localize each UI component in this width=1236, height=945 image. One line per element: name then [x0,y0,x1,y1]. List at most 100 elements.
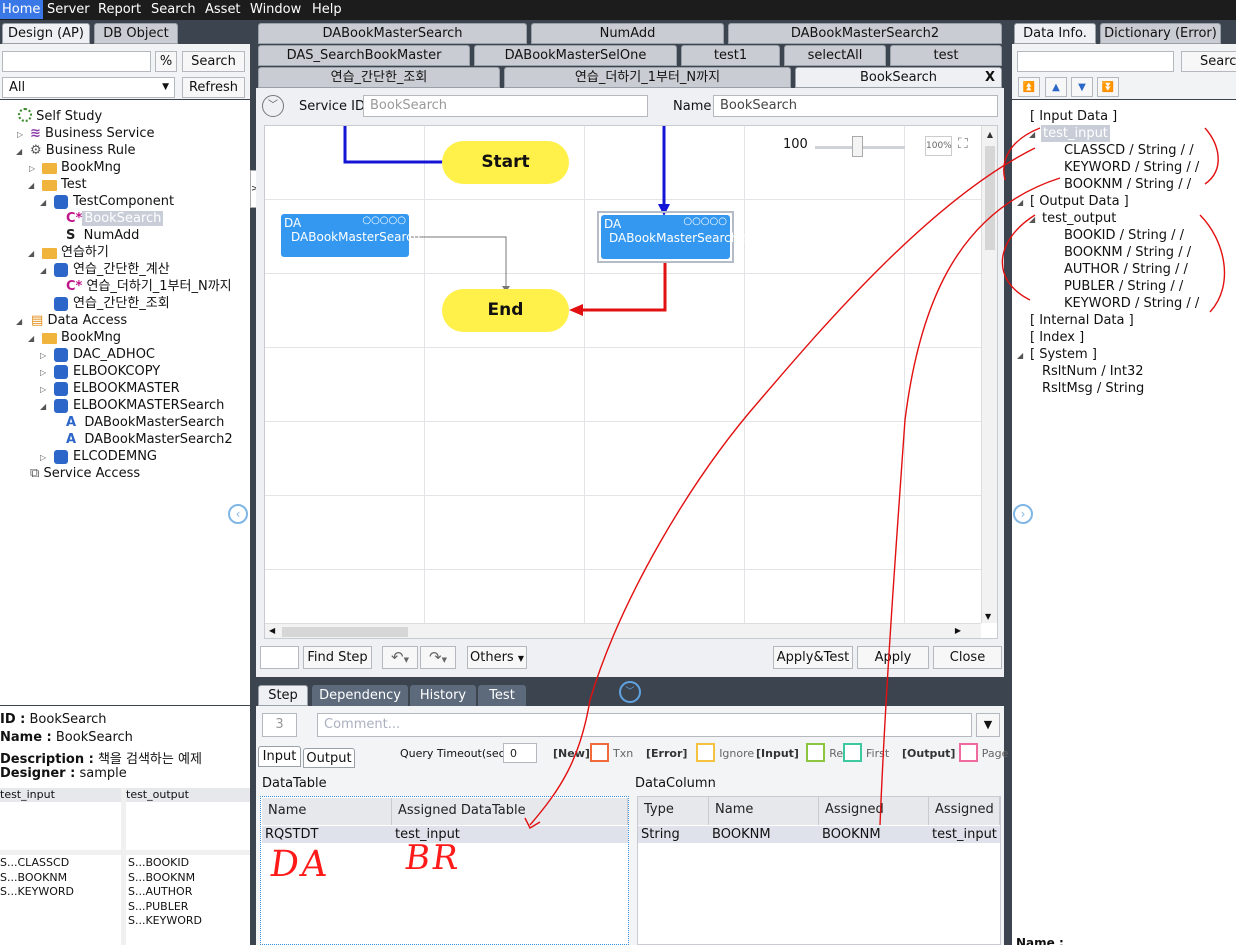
left-search-input[interactable] [2,51,151,72]
service-name-input[interactable]: BookSearch [713,95,998,117]
apply-test-button[interactable]: Apply&Test [773,646,853,669]
move-bottom-icon[interactable]: ⏬ [1097,77,1119,97]
tree-dac-adhoc[interactable]: DAC_ADHOC [73,346,155,363]
tree-practice[interactable]: 연습하기 [61,244,109,261]
tab-dabm-selone[interactable]: DABookMasterSelOne [474,45,677,66]
tree-elbookcopy[interactable]: ELBOOKCOPY [73,363,160,380]
tab-test[interactable]: test [890,45,1002,66]
output-data-node[interactable]: [ Output Data ] [1030,193,1129,210]
step-search-input[interactable] [260,646,299,669]
collapse-icon[interactable]: ◢ [40,266,46,275]
tree-business-service[interactable]: ≋ Business Service [30,125,155,142]
filter-select[interactable]: All ▼ [2,77,175,98]
close-tab-icon[interactable]: X [985,68,995,87]
test-output-node[interactable]: test_output [1042,210,1116,227]
datacolumn-grid[interactable]: Type Name Assigned Assigned I String BOO… [637,796,1001,945]
collapse-icon[interactable]: ◢ [40,198,46,207]
tab-data-info[interactable]: Data Info. [1014,23,1096,44]
tab-selectall[interactable]: selectAll [784,45,886,66]
move-down-icon[interactable]: ▼ [1071,77,1093,97]
menu-server[interactable]: Server [47,2,90,17]
tab-numadd[interactable]: NumAdd [531,23,724,44]
index-node[interactable]: [ Index ] [1030,329,1084,346]
close-button[interactable]: Close [933,646,1002,669]
right-search-button[interactable]: Search [1181,51,1236,72]
tab-history[interactable]: History [410,685,476,706]
out-field[interactable]: AUTHOR / String / / [1064,261,1188,278]
tab-dabms2[interactable]: DABookMasterSearch2 [728,23,1002,44]
comment-input[interactable]: Comment... [317,713,972,737]
end-node[interactable]: End [442,289,569,332]
tab-dictionary[interactable]: Dictionary (Error) [1100,23,1221,44]
tree-bookmng[interactable]: BookMng [61,159,121,176]
menu-home[interactable]: Home [0,0,44,19]
tree-test[interactable]: Test [61,176,87,193]
menu-report[interactable]: Report [98,2,141,17]
tree-dabms2[interactable]: A DABookMasterSearch2 [66,431,233,448]
tree-numadd[interactable]: S NumAdd [66,227,139,244]
start-node[interactable]: Start [442,141,569,184]
timeout-input[interactable]: 0 [503,743,537,763]
tab-dependency[interactable]: Dependency [312,685,408,706]
tab-test1[interactable]: test1 [681,45,780,66]
test-input-node[interactable]: test_input [1041,125,1110,142]
sys-field[interactable]: RsltNum / Int32 [1042,363,1144,380]
collapse-icon[interactable]: ◢ [28,249,34,258]
collapse-icon[interactable]: ◢ [1017,198,1023,207]
apply-button[interactable]: Apply [857,646,929,669]
out-field[interactable]: BOOKNM / String / / [1064,244,1191,261]
scroll-thumb[interactable] [282,627,408,637]
tree-testcomponent[interactable]: TestComponent [73,193,174,210]
tab-design-ap[interactable]: Design (AP) [2,23,90,44]
find-step-button[interactable]: Find Step [303,646,372,669]
collapse-icon[interactable]: ◢ [1017,351,1023,360]
tree-practice-query[interactable]: 연습_간단한_조회 [73,295,170,312]
percent-button[interactable]: % [155,51,177,72]
collapse-icon[interactable]: ◢ [16,317,22,326]
collapse-icon[interactable]: ◢ [28,181,34,190]
tree-elbookmastersearch[interactable]: ELBOOKMASTERSearch [73,397,224,414]
collapse-icon[interactable]: ◢ [1029,130,1035,139]
internal-data-node[interactable]: [ Internal Data ] [1030,312,1134,329]
others-button[interactable]: Others ▼ [467,646,527,669]
collapse-icon[interactable]: ◢ [16,147,22,156]
in-field[interactable]: BOOKNM / String / / [1064,176,1191,193]
expand-bottom-icon[interactable]: ﹀ [619,681,641,703]
out-field[interactable]: PUBLER / String / / [1064,278,1183,295]
out-field[interactable]: KEYWORD / String / / [1064,295,1199,312]
da-node-search[interactable]: DA ○○○○○ DABookMasterSearch [281,214,420,257]
expand-icon[interactable]: ▷ [40,351,46,360]
collapse-icon[interactable]: ◢ [28,334,34,343]
collapse-icon[interactable]: ◢ [40,402,46,411]
tree-elcodemng[interactable]: ELCODEMNG [73,448,157,465]
scroll-down-icon[interactable]: ▼ [985,612,991,621]
expand-icon[interactable]: ▷ [40,368,46,377]
flow-canvas[interactable]: 100 100% ⛶ Start End DA ○○○○○ DABookMast… [264,125,998,639]
right-search-input[interactable] [1017,51,1174,72]
comment-dropdown-icon[interactable]: ▼ [976,713,1000,737]
da-node-search2[interactable]: DA ○○○○○ DABookMasterSearch2 [601,215,746,259]
tab-output[interactable]: Output [303,748,355,768]
scroll-left-icon[interactable]: ◀ [269,626,275,635]
menu-help[interactable]: Help [312,2,342,17]
scroll-right-icon[interactable]: ▶ [955,626,961,635]
menu-asset[interactable]: Asset [205,2,241,17]
undo-button[interactable]: ↶▼ [382,646,418,669]
left-search-button[interactable]: Search [182,51,245,72]
redo-button[interactable]: ↷▼ [420,646,456,669]
expand-icon[interactable]: ▷ [29,164,35,173]
tab-booksearch[interactable]: BookSearch X [795,67,1002,88]
in-field[interactable]: CLASSCD / String / / [1064,142,1194,159]
tab-input[interactable]: Input [258,746,301,767]
expand-icon[interactable]: ▷ [40,453,46,462]
tree-practice-calc[interactable]: 연습_간단한_계산 [73,261,170,278]
in-field[interactable]: KEYWORD / String / / [1064,159,1199,176]
tab-db-object[interactable]: DB Object [94,23,178,44]
tab-test-bottom[interactable]: Test [478,685,526,706]
tree-practice-add[interactable]: C* 연습_더하기_1부터_N까지 [66,278,232,295]
scroll-thumb[interactable] [985,146,995,250]
tab-dabms[interactable]: DABookMasterSearch [258,23,527,44]
system-node[interactable]: [ System ] [1030,346,1097,363]
expand-icon[interactable]: ▷ [17,130,23,139]
tree-data-access[interactable]: ▤ Data Access [31,312,127,329]
